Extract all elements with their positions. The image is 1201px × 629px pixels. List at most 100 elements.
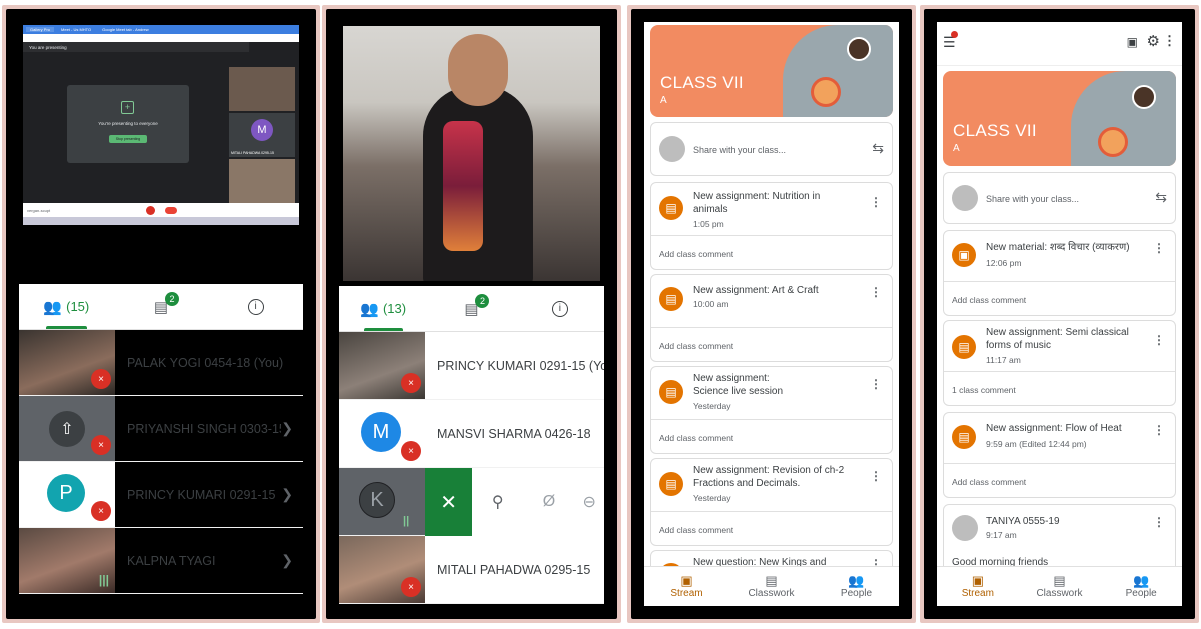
mic-off-icon: × xyxy=(401,577,421,597)
more-icon[interactable]: ⋮ xyxy=(1153,241,1165,255)
more-icon[interactable]: ⋮ xyxy=(1153,515,1165,529)
hangup-button[interactable] xyxy=(164,206,177,214)
participant-row[interactable]: K || ✕ ⚲ Ø ⊖ xyxy=(339,468,604,536)
post-card[interactable]: ▤ New assignment: Revision of ch-2 Fract… xyxy=(650,458,893,546)
chevron-right-icon[interactable]: ❯ xyxy=(281,486,293,503)
participant-row[interactable]: ||| KALPNA TYAGI ❯ xyxy=(19,528,303,594)
participant-name: PALAK YOGI 0454-18 (You) xyxy=(127,355,284,370)
nav-people[interactable]: 👥 People xyxy=(1100,567,1182,606)
browser-tab[interactable]: Google Meet tab - Andrew xyxy=(98,27,152,32)
comment-link[interactable]: Add class comment xyxy=(651,327,892,361)
nav-people[interactable]: 👥 People xyxy=(814,567,899,606)
nav-classwork[interactable]: ▤ Classwork xyxy=(729,567,814,606)
mic-off-icon[interactable]: Ø xyxy=(523,493,574,511)
video-icon[interactable]: ▣ xyxy=(1127,35,1138,49)
more-icon[interactable]: ⋮ xyxy=(1163,33,1176,49)
stream-icon: ▣ xyxy=(971,573,984,588)
avatar: P xyxy=(47,474,85,512)
more-icon[interactable]: ⋮ xyxy=(1153,423,1165,437)
tab-people[interactable]: 👥 (13) xyxy=(339,286,427,331)
presenting-bar-label: You are presenting xyxy=(29,44,67,50)
tab-info[interactable]: i xyxy=(516,286,604,331)
participant-actions: ✕ ⚲ Ø ⊖ xyxy=(425,468,604,536)
participant-name: PRINCY KUMARI 0291-15 xyxy=(127,487,276,502)
info-icon: i xyxy=(247,298,264,315)
post-title: New assignment: Science live session xyxy=(693,373,784,397)
participant-row[interactable]: × MITALI PAHADWA 0295-15 xyxy=(339,536,604,604)
gear-icon[interactable]: ⚙ xyxy=(1147,32,1160,50)
post-card[interactable]: ▤ New assignment: Science live session Y… xyxy=(650,366,893,454)
mic-off-icon: × xyxy=(401,373,421,393)
comment-link[interactable]: Add class comment xyxy=(944,463,1175,497)
participant-tile: P × xyxy=(19,462,115,527)
post-date: 9:59 am (Edited 12:44 pm) xyxy=(986,439,1087,449)
browser-tab[interactable]: Gallery Pro xyxy=(26,27,55,32)
repost-icon[interactable]: ⇆ xyxy=(1155,189,1167,206)
assignment-icon: ▤ xyxy=(659,287,683,311)
chevron-right-icon[interactable]: ❯ xyxy=(281,420,293,437)
stop-presenting-button[interactable]: Stop presenting xyxy=(109,135,147,143)
participant-video: × xyxy=(339,332,425,399)
post-card[interactable]: ▤ New assignment: Flow of Heat 9:59 am (… xyxy=(943,412,1176,498)
participant-row[interactable]: P × PRINCY KUMARI 0291-15 ❯ xyxy=(19,462,303,528)
share-box[interactable]: Share with your class... ⇆ xyxy=(650,122,893,176)
app-bar: ☰ ▣ ⚙ ⋮ xyxy=(937,22,1182,66)
post-card[interactable]: ▤ New assignment: Semi classical forms o… xyxy=(943,320,1176,406)
more-icon[interactable]: ⋮ xyxy=(870,469,882,483)
post-card[interactable]: ▤ New assignment: Nutrition in animals 1… xyxy=(650,182,893,270)
participants-count: (13) xyxy=(382,301,407,316)
mic-off-icon[interactable] xyxy=(145,205,155,215)
class-banner: CLASS VII A xyxy=(943,71,1176,166)
classroom-screenshot-1: CLASS VII A Share with your class... ⇆ ▤… xyxy=(627,5,916,623)
banner-illustration xyxy=(783,25,893,117)
more-icon[interactable]: ⋮ xyxy=(870,195,882,209)
speaking-icon: ||| xyxy=(98,573,109,587)
presenting-bar: You are presenting xyxy=(23,42,249,52)
nav-stream[interactable]: ▣ Stream xyxy=(937,567,1019,606)
nav-stream[interactable]: ▣ Stream xyxy=(644,567,729,606)
presenting-card-text: You're presenting to everyone xyxy=(98,121,158,126)
comment-link[interactable]: Add class comment xyxy=(651,235,892,269)
repost-icon[interactable]: ⇆ xyxy=(872,140,884,157)
participant-name: MANSVI SHARMA 0426-18 xyxy=(437,426,591,441)
banner-person xyxy=(1132,85,1156,109)
comment-link[interactable]: Add class comment xyxy=(944,281,1175,315)
browser-urlbar[interactable] xyxy=(23,34,299,42)
scarf xyxy=(443,121,483,251)
participants-tabs: 👥 (13) ▤ 2 i xyxy=(339,286,604,332)
participant-row[interactable]: × PALAK YOGI 0454-18 (You) xyxy=(19,330,303,396)
post-title: New assignment: Flow of Heat xyxy=(986,423,1122,434)
meet-control-bar: vergan-scupt xyxy=(23,203,299,217)
post-card[interactable]: ▤ New assignment: Art & Craft 10:00 am ⋮… xyxy=(650,274,893,362)
participant-row[interactable]: × PRINCY KUMARI 0291-15 (You xyxy=(339,332,604,400)
chevron-right-icon[interactable]: ❯ xyxy=(281,552,293,569)
participant-row[interactable]: M × MANSVI SHARMA 0426-18 xyxy=(339,400,604,468)
assignment-icon: ▤ xyxy=(952,425,976,449)
pin-icon[interactable]: ⚲ xyxy=(472,492,523,512)
share-box[interactable]: Share with your class... ⇆ xyxy=(943,172,1176,224)
tab-info[interactable]: i xyxy=(208,284,303,329)
avatar xyxy=(952,185,978,211)
comment-link[interactable]: Add class comment xyxy=(651,511,892,545)
participant-row[interactable]: ⇧ × PRIYANSHI SINGH 0303-15 ❯ xyxy=(19,396,303,462)
post-card[interactable]: ▣ New material: शब्द विचार (व्याकरण) 12:… xyxy=(943,230,1176,316)
comment-link[interactable]: Add class comment xyxy=(651,419,892,453)
more-icon[interactable]: ⋮ xyxy=(870,285,882,299)
post-date: Yesterday xyxy=(693,401,731,411)
nav-label: People xyxy=(1125,588,1157,599)
assignment-icon: ▤ xyxy=(659,196,683,220)
participants-tabs: 👥 (15) ▤ 2 i xyxy=(19,284,303,330)
browser-tab[interactable]: Meet - Us MHTO xyxy=(57,27,95,32)
nav-label: Stream xyxy=(961,588,994,599)
share-placeholder: Share with your class... xyxy=(693,145,787,155)
participant-video: ||| xyxy=(19,528,115,593)
more-icon[interactable]: ⋮ xyxy=(870,377,882,391)
more-icon[interactable]: ⋮ xyxy=(1153,333,1165,347)
tab-chat[interactable]: ▤ 2 xyxy=(114,284,209,329)
tab-chat[interactable]: ▤ 2 xyxy=(427,286,515,331)
remove-icon[interactable]: ⊖ xyxy=(574,492,604,512)
nav-classwork[interactable]: ▤ Classwork xyxy=(1019,567,1101,606)
tab-people[interactable]: 👥 (15) xyxy=(19,284,114,329)
close-icon[interactable]: ✕ xyxy=(425,468,473,536)
comment-link[interactable]: 1 class comment xyxy=(944,371,1175,405)
